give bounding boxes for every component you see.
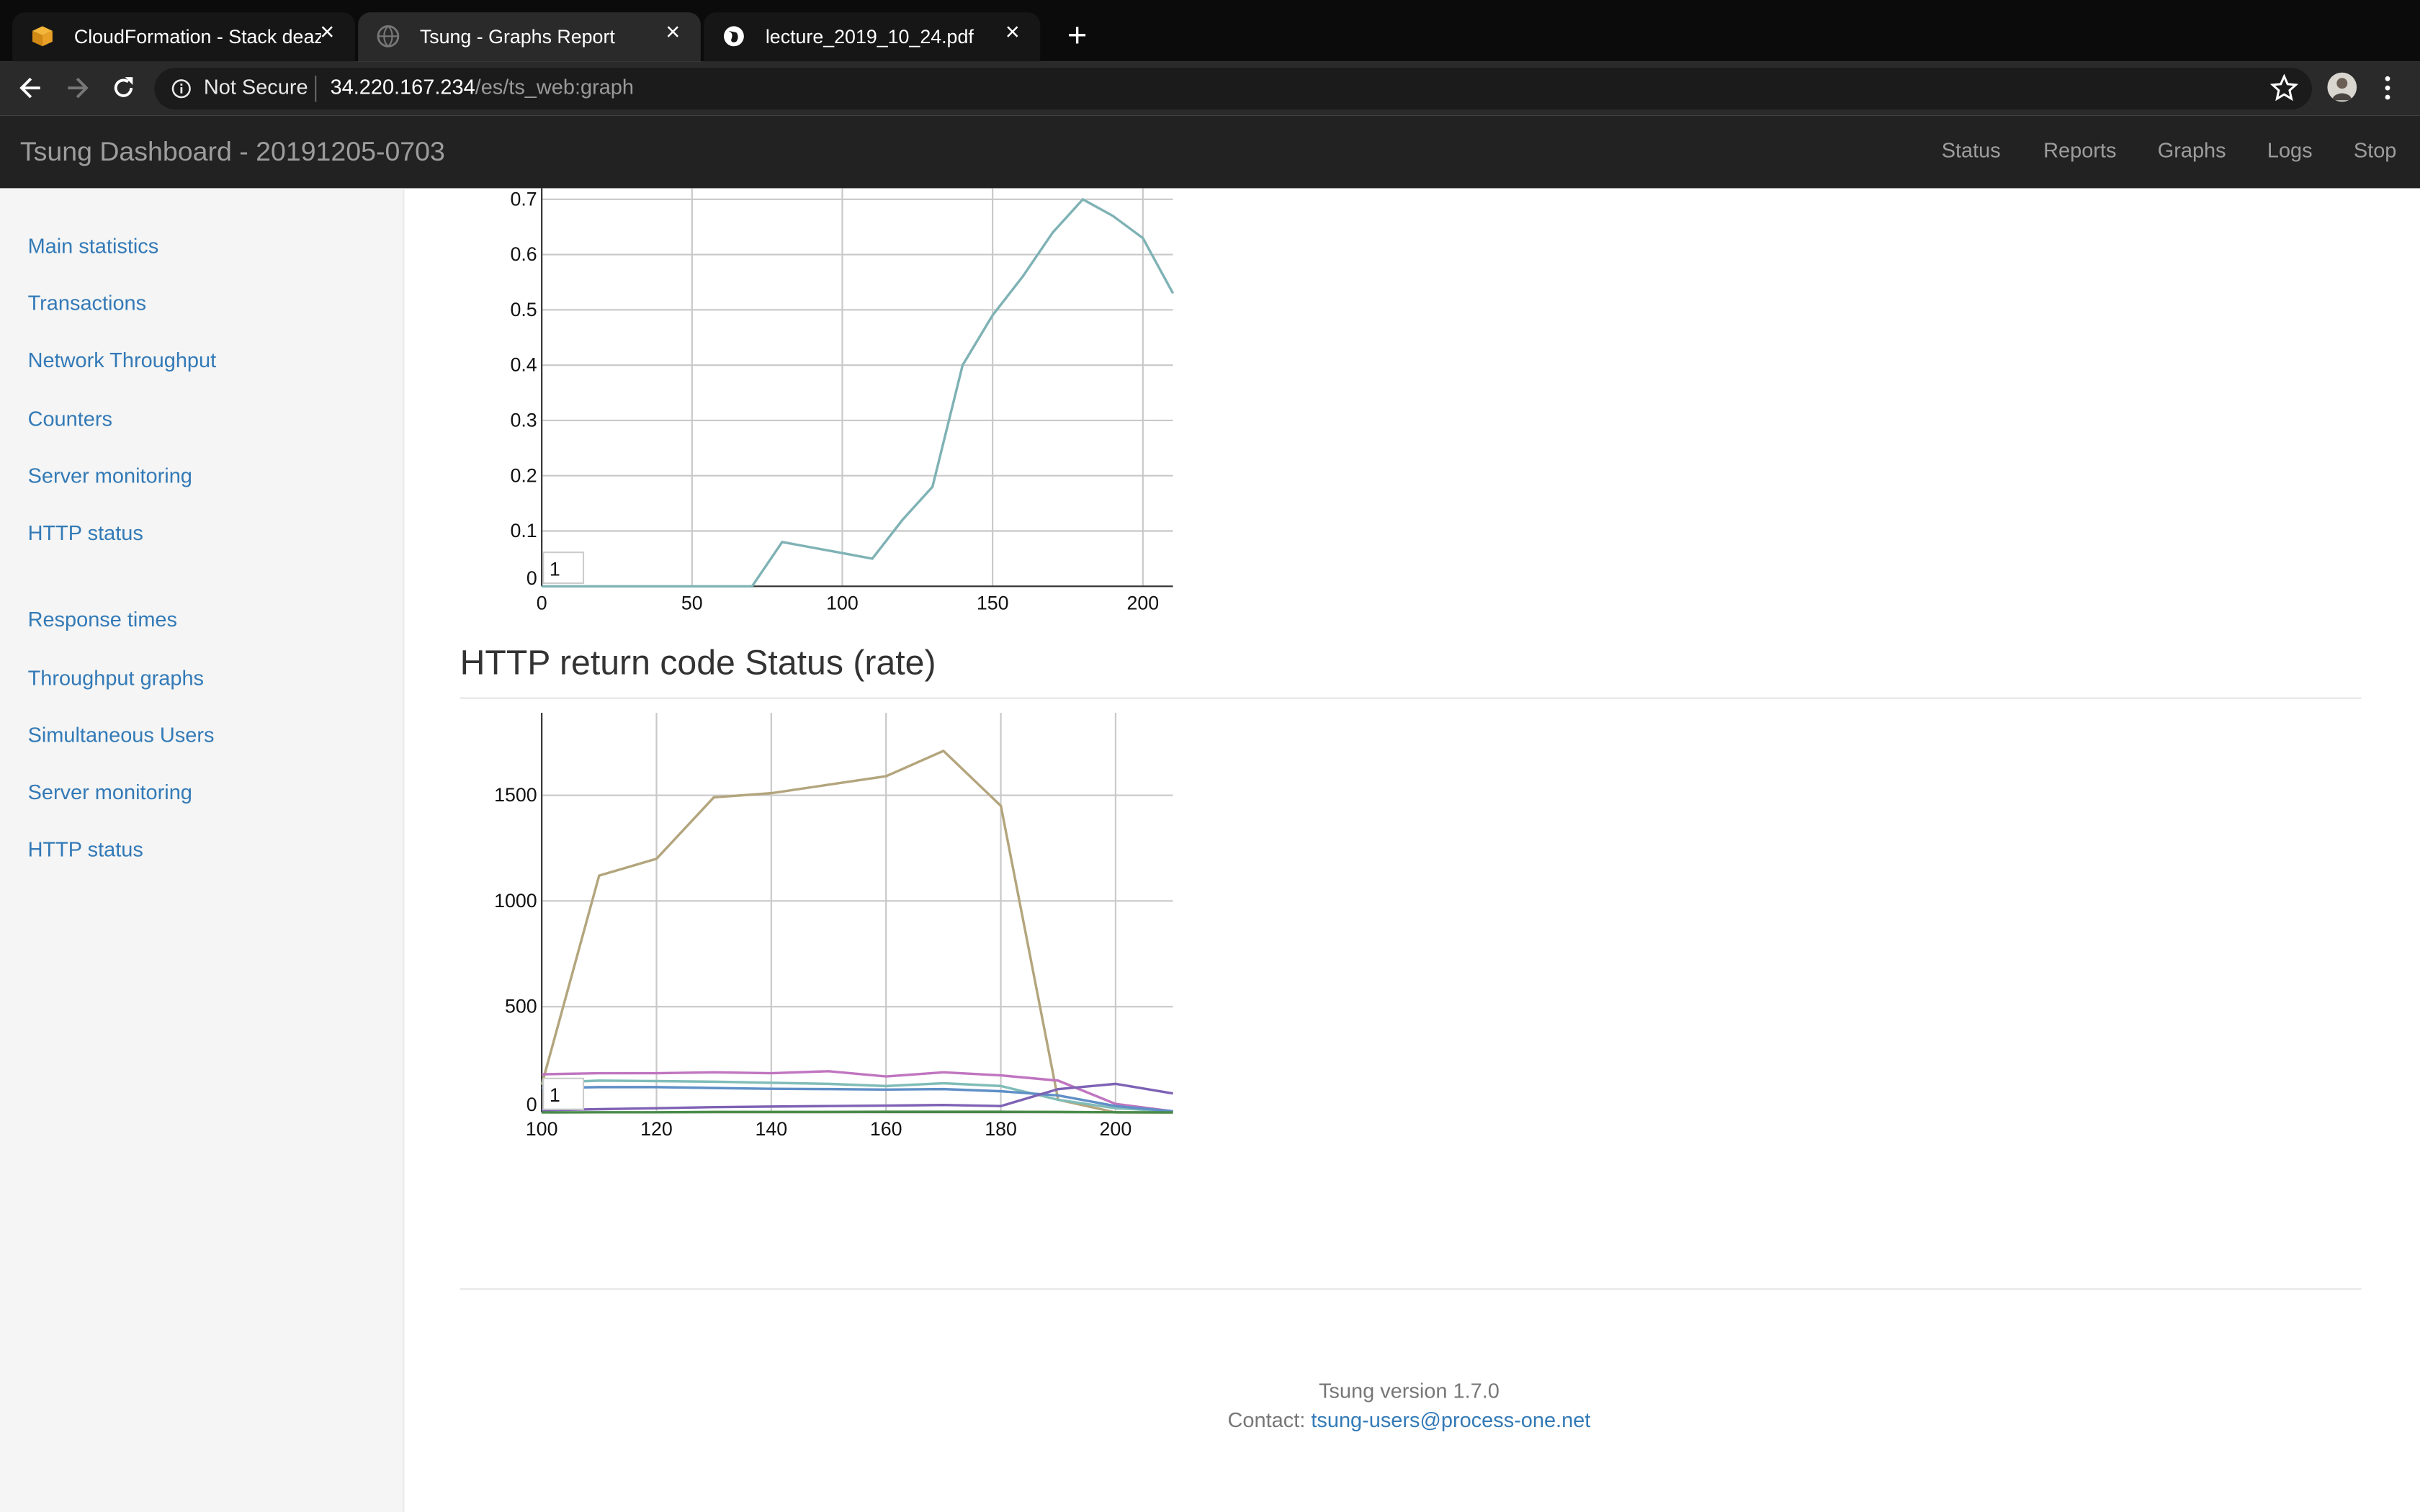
url-host: 34.220.167.234 [330, 76, 475, 99]
x-tick-label: 100 [526, 1118, 558, 1140]
y-tick-label: 0.2 [510, 464, 537, 486]
security-label[interactable]: Not Secure [204, 76, 308, 99]
sidebar-item-http-status-2[interactable]: HTTP status [28, 838, 143, 861]
tab-close-icon[interactable]: × [1000, 20, 1025, 48]
info-icon[interactable] [171, 78, 192, 99]
contact-email-link[interactable]: tsung-users@process-one.net [1311, 1408, 1590, 1431]
profile-avatar[interactable] [2327, 72, 2357, 102]
x-tick-label: 100 [826, 592, 859, 613]
nav-reports[interactable]: Reports [2043, 139, 2116, 162]
y-tick-label: 0.6 [510, 243, 537, 265]
tab-lecture-pdf[interactable]: lecture_2019_10_24.pdf × [704, 12, 1041, 62]
y-tick-label: 0 [526, 567, 537, 589]
navbar-brand[interactable]: Tsung Dashboard - 20191205-0703 [20, 136, 445, 168]
y-tick-label: 0 [526, 1094, 537, 1115]
y-tick-label: 1500 [494, 784, 537, 806]
nav-logs[interactable]: Logs [2267, 139, 2313, 162]
chart-http-status: 100 120 140 160 180 200 0 500 1000 1500 1 [463, 702, 1188, 1165]
sidebar-item-http-status[interactable]: HTTP status [28, 521, 143, 544]
nav-graphs[interactable]: Graphs [2158, 139, 2226, 162]
url-text[interactable]: 34.220.167.234/es/ts_web:graph [331, 76, 634, 99]
sidebar-item-response-times[interactable]: Response times [28, 608, 177, 631]
y-tick-label: 0.7 [510, 188, 537, 210]
globe-icon [723, 26, 744, 47]
tab-cloudformation[interactable]: CloudFormation - Stack deazySt × [12, 12, 355, 62]
x-tick-label: 180 [985, 1118, 1017, 1140]
x-tick-label: 120 [640, 1118, 673, 1140]
more-options-icon[interactable] [2377, 74, 2398, 102]
y-tick-label: 0.1 [510, 520, 537, 541]
x-tick-label: 0 [537, 592, 547, 613]
browser-tab-strip: CloudFormation - Stack deazySt × Tsung -… [0, 0, 2420, 62]
sidebar-item-throughput-graphs[interactable]: Throughput graphs [28, 667, 204, 690]
sidebar-item-server-monitoring[interactable]: Server monitoring [28, 464, 192, 487]
sidebar-item-transactions[interactable]: Transactions [28, 292, 147, 315]
back-arrow-icon[interactable] [15, 73, 46, 104]
series-line-1 [540, 749, 1173, 1114]
bookmark-star-icon[interactable] [2270, 73, 2298, 102]
tab-title: Tsung - Graphs Report [419, 26, 615, 48]
sidebar-item-simultaneous-users[interactable]: Simultaneous Users [28, 724, 215, 747]
sidebar-item-server-monitoring-2[interactable]: Server monitoring [28, 780, 192, 804]
x-tick-label: 50 [681, 592, 703, 613]
y-tick-label: 0.4 [510, 354, 537, 376]
y-tick-label: 1000 [494, 890, 537, 912]
series-line-1 [542, 197, 1175, 588]
tab-title: CloudFormation - Stack deazySt [73, 26, 321, 48]
forward-arrow-icon[interactable] [62, 73, 93, 104]
x-tick-label: 160 [870, 1118, 902, 1140]
new-tab-icon[interactable]: + [1062, 15, 1093, 55]
tab-close-icon[interactable]: × [315, 20, 339, 48]
sidebar-item-network-throughput[interactable]: Network Throughput [28, 348, 217, 372]
user-icon [2331, 78, 2352, 101]
y-tick-label: 0.3 [510, 409, 537, 431]
nav-status[interactable]: Status [1942, 139, 2001, 162]
legend-label: 1 [550, 558, 560, 580]
x-tick-label: 140 [756, 1118, 788, 1140]
url-path: /es/ts_web:graph [475, 76, 634, 99]
section-divider [460, 697, 2362, 699]
reload-icon[interactable] [108, 73, 139, 104]
chart-top: 0 50 100 150 200 0 0.1 0.2 0.3 0.4 0.5 0.6 0.7 1 [478, 188, 1188, 635]
footer-divider [460, 1288, 2362, 1290]
section-title: HTTP return code Status (rate) [460, 643, 936, 683]
footer-contact: Contact: tsung-users@process-one.net [460, 1408, 2359, 1431]
x-tick-label: 150 [977, 592, 1009, 613]
sidebar-item-main-statistics[interactable]: Main statistics [28, 235, 159, 258]
y-tick-label: 0.5 [510, 299, 537, 320]
x-tick-label: 200 [1100, 1118, 1132, 1140]
nav-stop[interactable]: Stop [2354, 139, 2397, 162]
chart-top-svg: 0 50 100 150 200 0 0.1 0.2 0.3 0.4 0.5 0.6 0.7 1 [510, 188, 1175, 613]
contact-label: Contact: [1227, 1408, 1306, 1432]
y-tick-label: 500 [505, 996, 537, 1017]
tab-title: lecture_2019_10_24.pdf [765, 26, 974, 48]
sidebar-item-counters[interactable]: Counters [28, 408, 112, 431]
tab-close-icon[interactable]: × [660, 20, 685, 48]
page-root: CloudFormation - Stack deazySt × Tsung -… [0, 0, 2420, 1512]
omnibox-divider [315, 76, 317, 102]
x-tick-label: 200 [1127, 592, 1160, 613]
globe-icon [377, 25, 400, 48]
footer-version: Tsung version 1.7.0 [1318, 1379, 1500, 1403]
chart-http-status-svg: 100 120 140 160 180 200 0 500 1000 1500 1 [494, 712, 1173, 1140]
legend-label: 1 [550, 1084, 560, 1106]
aws-box-icon [32, 26, 53, 47]
tab-graphs-report[interactable]: Tsung - Graphs Report × [358, 12, 701, 62]
